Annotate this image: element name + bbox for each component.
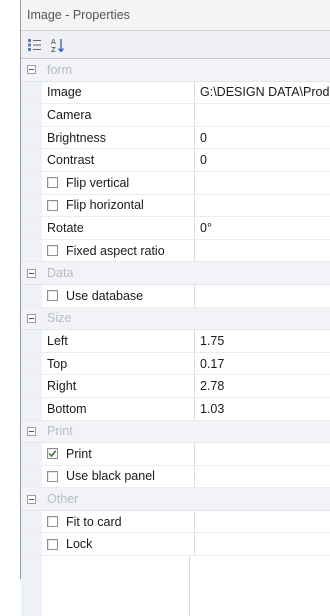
checkbox[interactable] — [47, 177, 58, 189]
checkbox-label: Fixed aspect ratio — [66, 243, 165, 258]
checkbox[interactable] — [47, 199, 58, 211]
property-row-right[interactable]: Right 2.78 — [21, 375, 330, 398]
sort-az-icon[interactable]: A Z — [49, 36, 67, 54]
categorized-icon[interactable] — [26, 36, 44, 54]
grid-empty-area — [21, 556, 330, 616]
collapse-icon[interactable] — [27, 494, 36, 504]
property-value[interactable]: 0 — [195, 149, 330, 171]
property-name: Contrast — [42, 149, 195, 171]
property-name: Rotate — [42, 217, 195, 239]
checkbox-label: Flip vertical — [66, 175, 130, 190]
properties-window: Image - Properties A Z form Image G:\DES… — [20, 0, 330, 616]
category-label: Size — [47, 311, 72, 326]
property-row-flip-vertical[interactable]: Flip vertical — [21, 171, 330, 195]
property-row-brightness[interactable]: Brightness 0 — [21, 126, 330, 150]
property-name: Left — [42, 330, 195, 352]
category-label: form — [47, 62, 72, 77]
property-name: Top — [42, 352, 195, 375]
property-value[interactable]: 2.78 — [195, 375, 330, 397]
property-row-left[interactable]: Left 1.75 — [21, 330, 330, 353]
property-value[interactable]: 1.75 — [195, 330, 330, 352]
checkbox[interactable] — [47, 290, 58, 302]
collapse-icon[interactable] — [27, 313, 36, 323]
svg-text:A: A — [51, 38, 56, 46]
checkbox-label: Use black panel — [66, 469, 155, 484]
property-name: Brightness — [42, 126, 195, 149]
checkbox-label: Fit to card — [66, 514, 122, 529]
property-value[interactable]: 0.17 — [195, 353, 330, 375]
property-row-fit-to-card[interactable]: Fit to card — [21, 510, 330, 534]
toolbar: A Z — [21, 31, 330, 59]
category-data[interactable]: Data — [21, 262, 330, 285]
checkbox-label: Flip horizontal — [66, 198, 144, 213]
property-row-flip-horizontal[interactable]: Flip horizontal — [21, 194, 330, 218]
property-row-contrast[interactable]: Contrast 0 — [21, 149, 330, 172]
category-size[interactable]: Size — [21, 307, 330, 331]
property-value[interactable]: 0° — [195, 217, 330, 239]
checkbox-label: Lock — [66, 537, 93, 552]
category-label: Data — [47, 266, 74, 281]
property-name: Right — [42, 375, 195, 397]
property-grid: form Image G:\DESIGN DATA\Prod Camera Br… — [21, 59, 330, 616]
window-title: Image - Properties — [21, 0, 330, 31]
property-name: Bottom — [42, 397, 195, 420]
collapse-icon[interactable] — [27, 426, 36, 436]
property-row-rotate[interactable]: Rotate 0° — [21, 217, 330, 240]
check-mark-icon — [48, 450, 57, 458]
property-row-image[interactable]: Image G:\DESIGN DATA\Prod — [21, 81, 330, 105]
checkbox[interactable] — [47, 448, 58, 460]
property-value[interactable] — [195, 104, 330, 126]
checkbox[interactable] — [47, 538, 58, 550]
property-name: Camera — [42, 104, 195, 126]
property-row-bottom[interactable]: Bottom 1.03 — [21, 397, 330, 421]
property-value[interactable]: 1.03 — [195, 398, 330, 420]
property-row-fixed-aspect[interactable]: Fixed aspect ratio — [21, 239, 330, 263]
category-other[interactable]: Other — [21, 488, 330, 511]
property-value[interactable]: 0 — [195, 127, 330, 149]
checkbox-label: Print — [66, 446, 92, 461]
checkbox[interactable] — [47, 516, 58, 528]
property-row-use-database[interactable]: Use database — [21, 284, 330, 308]
checkbox[interactable] — [47, 245, 58, 257]
property-value[interactable]: G:\DESIGN DATA\Prod — [195, 82, 330, 104]
property-row-top[interactable]: Top 0.17 — [21, 352, 330, 376]
category-label: Other — [47, 492, 79, 507]
property-row-camera[interactable]: Camera — [21, 104, 330, 127]
property-row-print[interactable]: Print — [21, 443, 330, 466]
property-row-lock[interactable]: Lock — [21, 533, 330, 557]
checkbox-label: Use database — [66, 288, 144, 303]
checkbox[interactable] — [47, 470, 58, 482]
category-label: Print — [47, 424, 73, 439]
svg-text:Z: Z — [51, 46, 56, 53]
collapse-icon[interactable] — [27, 268, 36, 278]
property-row-black-panel[interactable]: Use black panel — [21, 465, 330, 489]
collapse-icon[interactable] — [27, 65, 36, 75]
category-print[interactable]: Print — [21, 420, 330, 444]
property-name: Image — [42, 81, 195, 104]
category-form[interactable]: form — [21, 59, 330, 82]
